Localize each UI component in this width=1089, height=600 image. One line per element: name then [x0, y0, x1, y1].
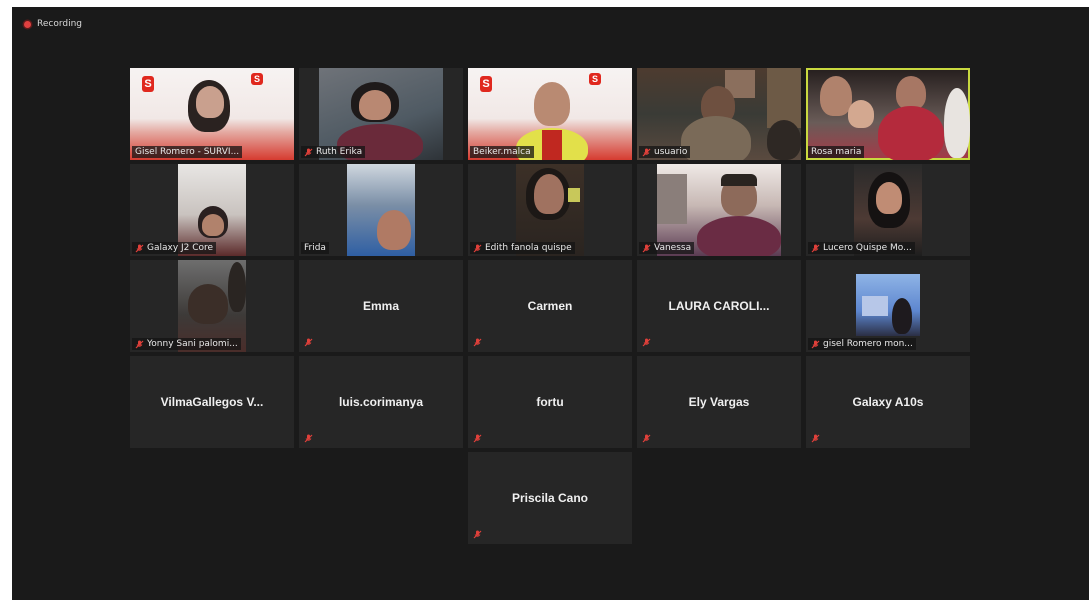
participant-name: VilmaGallegos V... [160, 395, 264, 409]
muted-mic-icon [473, 244, 482, 253]
person-face [377, 210, 411, 250]
participant-name: LAURA CAROLI... [668, 299, 770, 313]
participant-tile-gisel-romero[interactable]: S S Gisel Romero - SURVI... [130, 68, 294, 160]
participant-tile-vanessa[interactable]: Vanessa [637, 164, 801, 256]
background-object [568, 188, 580, 202]
participant-name: Rosa maria [808, 146, 865, 158]
participant-tile-lucero-quispe[interactable]: Lucero Quispe Mo... [806, 164, 970, 256]
person-face [188, 284, 228, 324]
person-body [944, 88, 970, 158]
participant-name: Carmen [527, 299, 573, 313]
muted-mic-icon [642, 338, 651, 347]
person-cap [721, 174, 757, 186]
participant-name: Lucero Quispe Mo... [808, 242, 915, 254]
participant-tile-usuario[interactable]: usuario [637, 68, 801, 160]
participant-tile-galaxy-j2-core[interactable]: Galaxy J2 Core [130, 164, 294, 256]
person-face [820, 76, 852, 116]
participant-name: Edith fanola quispe [470, 242, 575, 254]
person-silhouette [767, 120, 801, 160]
participant-name: usuario [639, 146, 691, 158]
muted-mic-icon [304, 338, 313, 347]
survi-logo: S [251, 73, 263, 85]
meeting-window: Recording S S Gisel Romero - SURVI... Ru… [12, 7, 1089, 600]
recording-icon [24, 20, 31, 28]
muted-mic-icon [304, 434, 313, 443]
person-face [876, 182, 902, 214]
participant-tile-rosa-maria[interactable]: Rosa maria [806, 68, 970, 160]
participant-name: Beiker.malca [470, 146, 534, 158]
participant-tile-carmen[interactable]: Carmen [468, 260, 632, 352]
participant-name: Gisel Romero - SURVI... [132, 146, 243, 158]
participant-tile-ely-vargas[interactable]: Ely Vargas [637, 356, 801, 448]
participant-tile-emma[interactable]: Emma [299, 260, 463, 352]
muted-mic-icon [642, 244, 651, 253]
participant-name: Ruth Erika [301, 146, 366, 158]
muted-mic-icon [642, 434, 651, 443]
participant-name: Galaxy J2 Core [132, 242, 217, 254]
shelf [657, 174, 687, 224]
survi-logo: S [142, 76, 154, 92]
baby-face [848, 100, 874, 128]
person-silhouette [228, 262, 246, 312]
participant-tile-vilma-gallegos[interactable]: VilmaGallegos V... [130, 356, 294, 448]
recording-label: Recording [37, 19, 83, 29]
participant-tile-priscila-cano[interactable]: Priscila Cano [468, 452, 632, 544]
person-body [697, 216, 781, 256]
person-shirt [542, 130, 562, 160]
video-feed [347, 164, 415, 256]
person-face [196, 86, 224, 118]
participant-tile-beiker-malca[interactable]: S S Beiker.malca [468, 68, 632, 160]
participant-tile-fortu[interactable]: fortu [468, 356, 632, 448]
building [862, 296, 888, 316]
person-face [202, 214, 224, 236]
recording-indicator: Recording [24, 19, 82, 29]
muted-mic-icon [811, 434, 820, 443]
participant-name: Frida [301, 242, 329, 254]
participant-tile-luis-corimanya[interactable]: luis.corimanya [299, 356, 463, 448]
participant-name: Emma [362, 299, 400, 313]
muted-mic-icon [304, 148, 313, 157]
participant-name: gisel Romero mon... [808, 338, 916, 350]
participant-name: Yonny Sani palomi... [132, 338, 241, 350]
muted-mic-icon [473, 338, 482, 347]
participant-tile-galaxy-a10s[interactable]: Galaxy A10s [806, 356, 970, 448]
survi-logo: S [480, 76, 492, 92]
person-face [359, 90, 391, 120]
participant-name: Ely Vargas [688, 395, 750, 409]
person-face [896, 76, 926, 110]
participant-name: Vanessa [639, 242, 695, 254]
profile-picture [856, 274, 920, 336]
muted-mic-icon [811, 340, 820, 349]
muted-mic-icon [473, 530, 482, 539]
person-face [534, 82, 570, 126]
person-silhouette [892, 298, 912, 334]
person-face [534, 174, 564, 214]
participant-tile-gisel-romero-mon[interactable]: gisel Romero mon... [806, 260, 970, 352]
shelf [767, 68, 801, 128]
person-body [878, 106, 944, 160]
participant-name: Galaxy A10s [852, 395, 924, 409]
participant-tile-yonny-sani[interactable]: Yonny Sani palomi... [130, 260, 294, 352]
participant-tile-ruth-erika[interactable]: Ruth Erika [299, 68, 463, 160]
muted-mic-icon [642, 148, 651, 157]
participant-name: Priscila Cano [511, 491, 589, 505]
video-feed [808, 70, 970, 160]
muted-mic-icon [135, 340, 144, 349]
participant-name: fortu [536, 395, 564, 409]
muted-mic-icon [135, 244, 144, 253]
participant-name: luis.corimanya [338, 395, 424, 409]
participant-tile-edith-fanola-quispe[interactable]: Edith fanola quispe [468, 164, 632, 256]
muted-mic-icon [811, 244, 820, 253]
participant-tile-laura-caroli[interactable]: LAURA CAROLI... [637, 260, 801, 352]
survi-logo: S [589, 73, 601, 85]
participant-tile-frida[interactable]: Frida [299, 164, 463, 256]
muted-mic-icon [473, 434, 482, 443]
person-body [681, 116, 751, 160]
